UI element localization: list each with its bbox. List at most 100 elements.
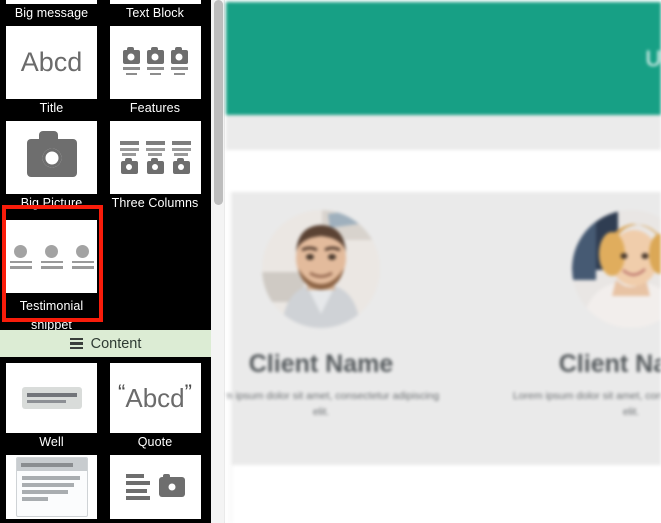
- testimonial-section[interactable]: Client Name Lorem ipsum dolor sit amet, …: [226, 192, 661, 465]
- camera-icon: [122, 47, 140, 64]
- snippet-thumb-panel-card: [6, 455, 97, 519]
- panel-card-art: [15, 457, 88, 517]
- content-snippet-grid: Well “ Abcd ” Quote: [0, 363, 211, 519]
- snippet-well[interactable]: Well: [0, 363, 103, 455]
- snippet-thumb-three-columns: [109, 121, 201, 194]
- camera-icon: [146, 47, 164, 64]
- text-line: [174, 153, 188, 157]
- hero-title: Unlimited: [645, 45, 661, 71]
- testimonial-person: [40, 244, 63, 269]
- snippet-three-columns[interactable]: Three Columns: [103, 121, 207, 216]
- testimonial-client-name: Client Name: [248, 350, 394, 378]
- snippet-label-well: Well: [39, 435, 64, 449]
- avatar-photo-woman: [572, 210, 661, 328]
- text-line: [122, 153, 136, 157]
- snippet-features[interactable]: Features: [103, 26, 207, 121]
- snippet-panel-card[interactable]: [0, 455, 103, 519]
- section-header-label: Content: [90, 335, 142, 352]
- preview-shell: Unlimited: [226, 0, 661, 523]
- testimonial-art: [9, 244, 94, 269]
- snippet-label-big-message: Big message: [14, 6, 89, 20]
- snippet-label-quote: Quote: [137, 435, 173, 449]
- text-line: [71, 260, 94, 263]
- quote-close-glyph: ”: [184, 379, 192, 405]
- feature-column: [170, 47, 188, 75]
- text-line: [170, 67, 188, 70]
- avatar-dot-icon: [14, 244, 27, 258]
- camera-icon: [146, 157, 164, 174]
- text-image-art: [125, 473, 185, 501]
- snippet-big-message[interactable]: Big message: [0, 0, 103, 26]
- snippet-label-title: Title: [39, 101, 64, 115]
- snippet-text-block[interactable]: Text Block: [103, 0, 207, 26]
- text-line: [71, 266, 94, 269]
- camera-icon: [120, 157, 138, 174]
- snippet-sidebar[interactable]: Big message Text Block Abcd Title Featur…: [0, 0, 211, 523]
- text-line: [146, 67, 164, 70]
- feature-column: [122, 47, 140, 75]
- testimonial-person: [71, 244, 94, 269]
- testimonial-card[interactable]: Client Name Lorem ipsum dolor sit amet, …: [226, 192, 476, 420]
- panel-header: [16, 458, 87, 471]
- snippet-thumb-testimonial: [6, 220, 97, 293]
- text-line: [148, 153, 162, 157]
- text-line: [9, 266, 32, 269]
- snippet-thumb-quote: “ Abcd ”: [109, 363, 201, 433]
- text-line: [119, 141, 139, 146]
- text-line: [171, 141, 191, 146]
- page-builder-screen: Big message Text Block Abcd Title Featur…: [0, 0, 661, 523]
- hamburger-icon: [69, 337, 83, 350]
- text-line: [173, 72, 185, 75]
- column: [171, 141, 191, 174]
- snippet-grid-layout: Big message Text Block Abcd Title Featur…: [0, 0, 211, 340]
- avatar-dot-icon: [76, 244, 89, 258]
- page-preview-canvas[interactable]: Unlimited: [226, 0, 661, 523]
- features-art: [122, 47, 188, 75]
- quote-art: “ Abcd ”: [118, 379, 192, 414]
- snippet-quote[interactable]: “ Abcd ” Quote: [103, 363, 207, 455]
- three-columns-art: [119, 141, 191, 174]
- text-line: [119, 147, 139, 151]
- snippet-empty-slot: [103, 216, 207, 340]
- text-line: [9, 260, 32, 263]
- text-line: [149, 72, 161, 75]
- quote-open-glyph: “: [118, 379, 126, 405]
- text-line: [40, 266, 63, 269]
- title-art-text: Abcd: [20, 47, 83, 77]
- camera-icon: [26, 130, 77, 177]
- snippet-testimonial[interactable]: Testimonial snippet: [0, 216, 103, 340]
- snippet-thumb-well: [6, 363, 97, 433]
- snippet-title[interactable]: Abcd Title: [0, 26, 103, 121]
- snippet-thumb-title: Abcd: [6, 26, 97, 99]
- preview-band-white-bottom: [232, 465, 661, 523]
- avatar: [572, 210, 661, 328]
- text-line: [40, 260, 63, 263]
- quote-art-text: Abcd: [125, 382, 185, 413]
- snippet-label-three-columns: Three Columns: [111, 196, 199, 210]
- sidebar-scrollbar-thumb[interactable]: [213, 0, 223, 205]
- panel-body: [17, 471, 87, 501]
- text-line: [125, 72, 137, 75]
- section-header-content[interactable]: Content: [0, 330, 211, 357]
- text-line: [26, 393, 77, 397]
- snippet-big-picture[interactable]: Big Picture: [0, 121, 103, 216]
- snippet-label-text-block: Text Block: [126, 6, 184, 20]
- snippet-thumb-big-picture: [6, 121, 97, 194]
- testimonial-client-text: Lorem ipsum dolor sit amet, consectetur …: [512, 390, 661, 418]
- camera-icon: [158, 474, 185, 497]
- snippet-thumb-features: [109, 26, 201, 99]
- avatar: [262, 210, 380, 328]
- sidebar-scrollbar-track[interactable]: [211, 0, 225, 523]
- preview-band-white: [226, 150, 661, 192]
- text-line: [171, 147, 191, 151]
- testimonial-person: [9, 244, 32, 269]
- text-line: [26, 399, 66, 403]
- text-line: [145, 141, 165, 146]
- hero-banner[interactable]: Unlimited: [226, 2, 661, 115]
- well-art: [21, 387, 82, 409]
- feature-column: [146, 47, 164, 75]
- testimonial-client-name: Client Name: [558, 350, 661, 378]
- column: [119, 141, 139, 174]
- snippet-text-image[interactable]: [103, 455, 207, 519]
- testimonial-card[interactable]: Client Name Lorem ipsum dolor sit amet, …: [476, 192, 661, 420]
